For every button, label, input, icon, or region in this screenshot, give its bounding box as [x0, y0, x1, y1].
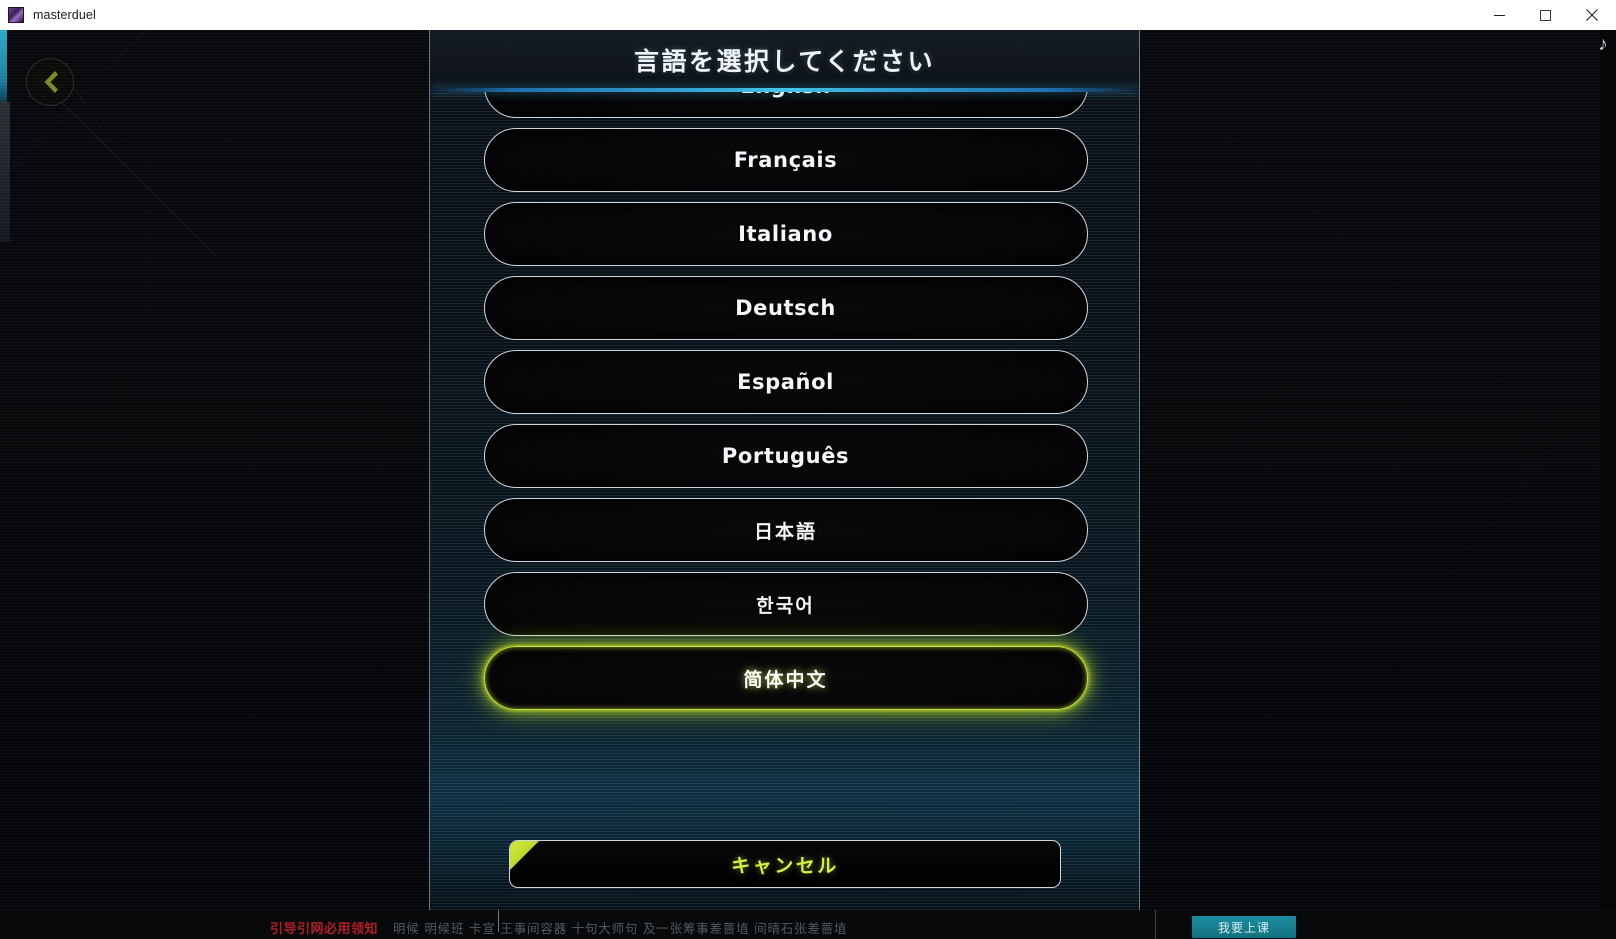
language-option-label: Italiano — [738, 222, 833, 246]
language-option-label: 日本語 — [753, 520, 817, 543]
window-title: masterduel — [33, 8, 96, 22]
language-option-4[interactable]: Deutsch — [483, 276, 1088, 340]
dialog-title: 言語を選択してください — [633, 47, 935, 76]
bottom-overlay-strip: 引导引网必用领知 明候 明候班 卡宣 王事间容器 十句大师句 及一张筹事差蔷埴 … — [0, 910, 1616, 939]
decor-line — [1179, 90, 1596, 465]
language-option-label: 简体中文 — [743, 668, 828, 691]
strip-divider-right — [1155, 910, 1156, 939]
language-list-viewport[interactable]: English Français Italiano Deutsch Español Por… — [430, 92, 1139, 770]
close-icon — [1586, 9, 1598, 21]
strip-teal-button[interactable]: 我要上课 — [1192, 916, 1296, 938]
decor-line — [39, 80, 217, 258]
chevron-left-icon — [44, 71, 58, 93]
strip-red-text: 引导引网必用领知 — [270, 922, 379, 937]
language-option-label: English — [740, 92, 830, 98]
language-select-dialog: 言語を選択してください English Français Italiano Deuts… — [429, 30, 1140, 910]
back-button[interactable] — [26, 58, 74, 106]
header-accent-line — [430, 88, 1139, 92]
dialog-footer: キャンセル — [430, 770, 1139, 910]
cancel-corner-accent — [510, 841, 542, 873]
maximize-button[interactable] — [1522, 0, 1568, 30]
left-gray-band — [0, 102, 10, 242]
decor-line — [150, 160, 151, 330]
language-option-label: Português — [721, 444, 850, 468]
game-viewport: 言語を選択してください English Français Italiano Deuts… — [0, 30, 1600, 910]
maximize-icon — [1539, 9, 1551, 21]
decor-line — [1220, 168, 1523, 460]
music-note-icon[interactable]: ♪ — [1592, 32, 1614, 58]
language-option-3[interactable]: Italiano — [483, 202, 1088, 266]
app-icon — [8, 7, 24, 23]
minimize-button[interactable] — [1476, 0, 1522, 30]
cyan-accent-sliver — [0, 30, 7, 102]
decor-line — [195, 50, 237, 163]
cancel-button-label: キャンセル — [731, 854, 839, 877]
language-option-2[interactable]: Français — [483, 128, 1088, 192]
language-list: English Français Italiano Deutsch Español Por… — [430, 92, 1139, 730]
close-button[interactable] — [1568, 0, 1616, 30]
decor-line — [1400, 431, 1568, 631]
dialog-header: 言語を選択してください — [430, 30, 1139, 90]
language-option-9[interactable]: 简体中文 — [483, 646, 1088, 710]
language-option-8[interactable]: 한국어 — [483, 572, 1088, 636]
language-option-label: Español — [737, 370, 834, 394]
language-option-1[interactable]: English — [483, 92, 1088, 118]
cancel-button[interactable]: キャンセル — [509, 840, 1061, 888]
language-option-7[interactable]: 日本語 — [483, 498, 1088, 562]
window-titlebar: masterduel — [0, 0, 1616, 30]
window-controls — [1476, 0, 1616, 30]
language-option-5[interactable]: Español — [483, 350, 1088, 414]
minimize-icon — [1493, 14, 1505, 16]
language-option-label: Français — [733, 148, 838, 172]
language-option-label: 한국어 — [756, 594, 815, 617]
language-option-6[interactable]: Português — [483, 424, 1088, 488]
decor-line — [1230, 330, 1600, 331]
strip-body-text: 明候 明候班 卡宣 王事间容器 十句大师句 及一张筹事差蔷埴 间晴石张差蔷埴 — [393, 921, 848, 936]
language-option-label: Deutsch — [735, 296, 836, 320]
desktop-background: ♪ 言語を選択してください Français Italiano Deutsch … — [0, 30, 1616, 939]
strip-teal-button-label: 我要上课 — [1217, 920, 1270, 935]
